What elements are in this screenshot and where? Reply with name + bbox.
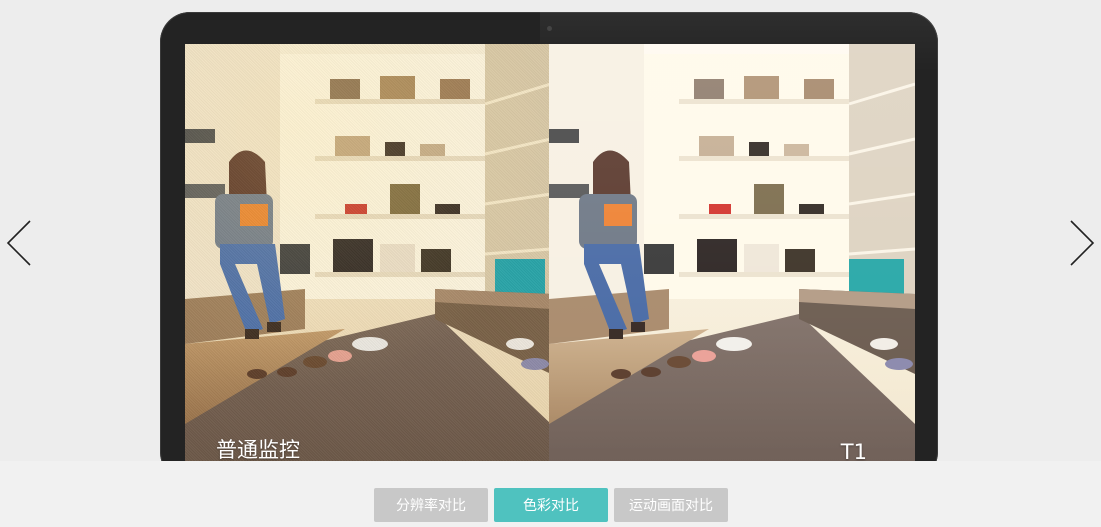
ordinary-surveillance-label: 普通监控 — [216, 438, 300, 461]
comparison-stage: 普通监控 T1 — [0, 0, 1101, 461]
chevron-left-icon — [6, 220, 31, 266]
t1-label: T1 — [840, 440, 867, 461]
monitor-screen: 普通监控 T1 — [185, 44, 915, 461]
shoe-store-image — [185, 44, 549, 461]
previous-arrow-button[interactable] — [4, 218, 34, 268]
next-arrow-button[interactable] — [1067, 218, 1097, 268]
monitor-frame: 普通监控 T1 — [160, 12, 938, 461]
tab-motion-comparison[interactable]: 运动画面对比 — [614, 488, 728, 522]
webcam-dot — [547, 26, 552, 31]
tab-color-comparison[interactable]: 色彩对比 — [494, 488, 608, 522]
chevron-right-icon — [1070, 220, 1095, 266]
tab-resolution-comparison[interactable]: 分辨率对比 — [374, 488, 488, 522]
ordinary-surveillance-panel: 普通监控 — [185, 44, 549, 461]
t1-camera-panel: T1 — [549, 44, 915, 461]
shoe-store-image — [549, 44, 915, 461]
comparison-tabs: 分辨率对比 色彩对比 运动画面对比 — [374, 488, 728, 522]
